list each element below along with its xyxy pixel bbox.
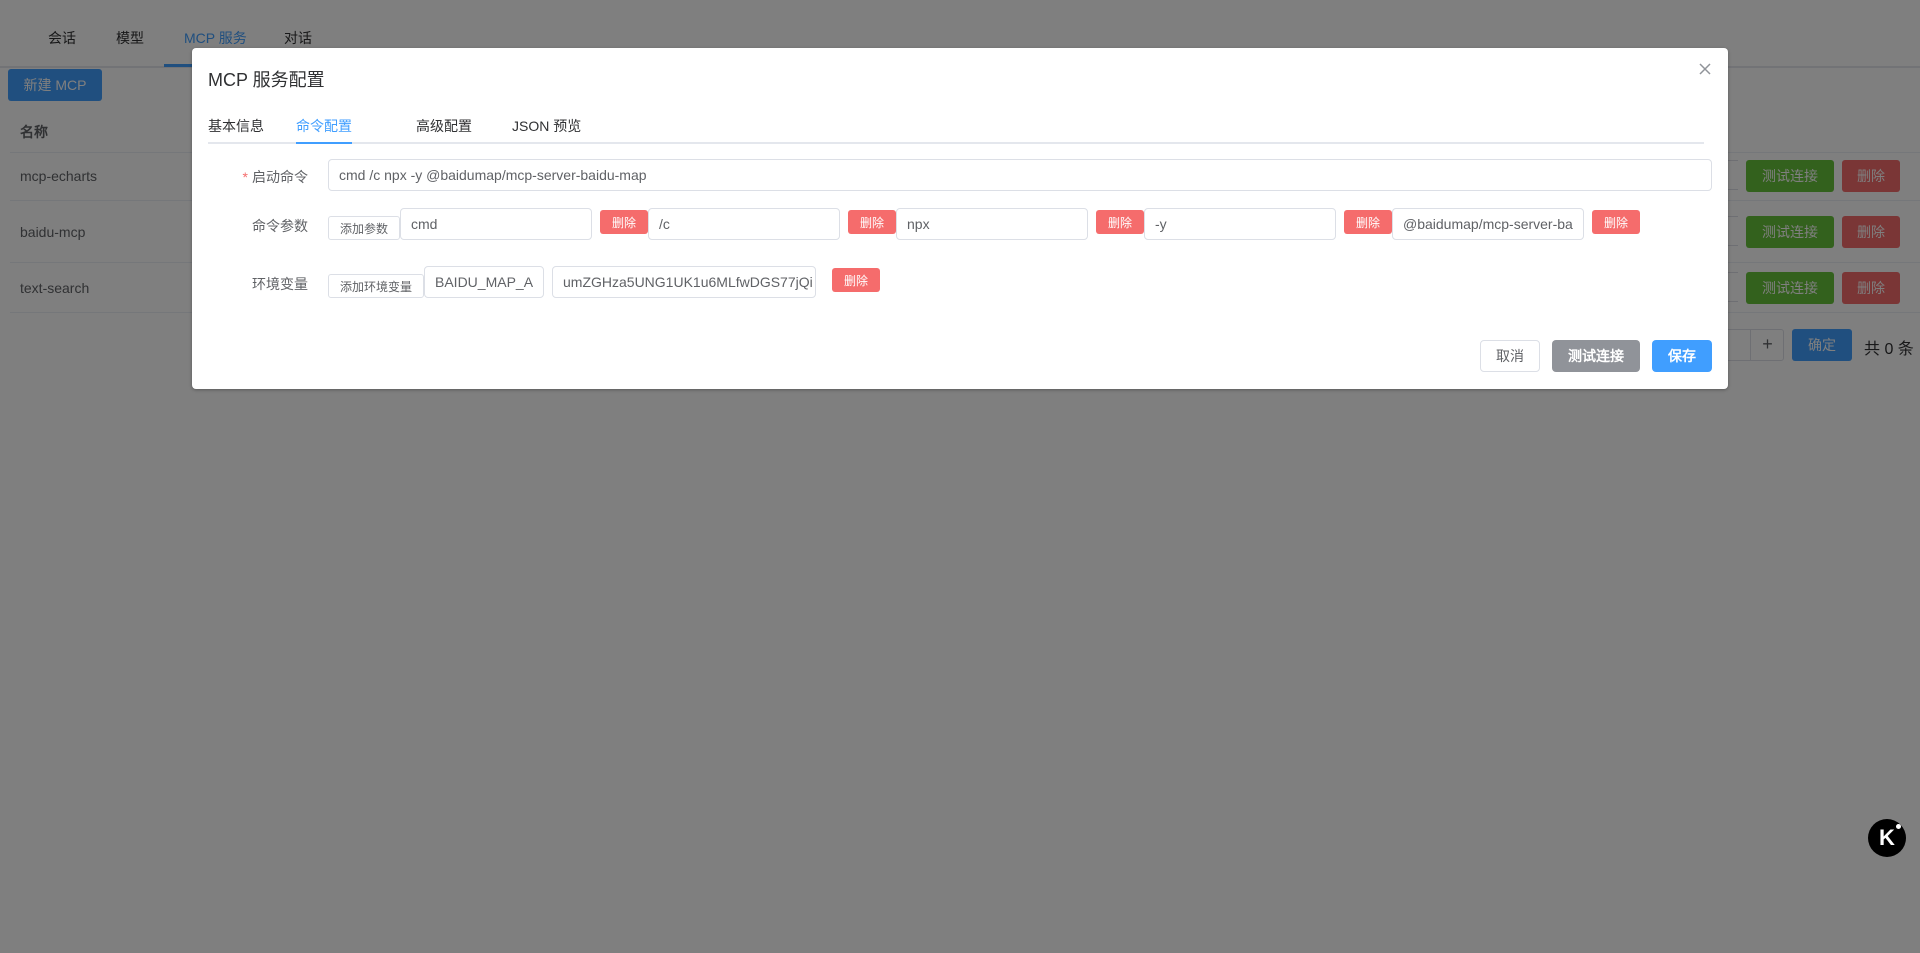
k-logo-icon: K [1879, 825, 1895, 850]
arg-input[interactable]: cmd [400, 208, 592, 240]
save-button[interactable]: 保存 [1652, 340, 1712, 372]
badge-dot [1896, 824, 1901, 829]
add-env-var-button[interactable]: 添加环境变量 [328, 274, 424, 298]
active-tab-indicator [296, 142, 352, 144]
start-command-input[interactable]: cmd /c npx -y @baidumap/mcp-server-baidu… [328, 159, 1712, 191]
env-key-input[interactable]: BAIDU_MAP_A [424, 266, 544, 298]
tab-basic-info[interactable]: 基本信息 [208, 116, 264, 136]
dialog-tabs: 基本信息 命令配置 高级配置 JSON 预览 [208, 106, 1704, 144]
arg-input[interactable]: /c [648, 208, 840, 240]
command-args-label: 命令参数 [252, 218, 308, 234]
tab-advanced-config[interactable]: 高级配置 [416, 116, 472, 136]
delete-arg-button[interactable]: 删除 [1096, 210, 1144, 234]
delete-arg-button[interactable]: 删除 [600, 210, 648, 234]
delete-arg-button[interactable]: 删除 [1592, 210, 1640, 234]
delete-arg-button[interactable]: 删除 [1344, 210, 1392, 234]
env-value-input[interactable]: umZGHza5UNG1UK1u6MLfwDGS77jQi [552, 266, 816, 298]
cancel-button[interactable]: 取消 [1480, 340, 1540, 372]
required-mark: * [242, 169, 248, 185]
dialog-title: MCP 服务配置 [208, 70, 325, 90]
delete-env-var-button[interactable]: 删除 [832, 268, 880, 292]
add-arg-button[interactable]: 添加参数 [328, 216, 400, 240]
arg-input[interactable]: -y [1144, 208, 1336, 240]
start-command-label: * 启动命令 [242, 169, 308, 185]
env-vars-label: 环境变量 [252, 276, 308, 292]
tab-command-config[interactable]: 命令配置 [296, 116, 352, 136]
floating-k-button[interactable]: K [1868, 819, 1906, 857]
close-icon[interactable] [1695, 59, 1715, 79]
arg-input[interactable]: npx [896, 208, 1088, 240]
delete-arg-button[interactable]: 删除 [848, 210, 896, 234]
arg-input[interactable]: @baidumap/mcp-server-ba [1392, 208, 1584, 240]
test-connection-button[interactable]: 测试连接 [1552, 340, 1640, 372]
tab-json-preview[interactable]: JSON 预览 [512, 116, 581, 136]
mcp-config-dialog: MCP 服务配置 基本信息 命令配置 高级配置 JSON 预览 * 启动命令 cm… [192, 48, 1728, 389]
